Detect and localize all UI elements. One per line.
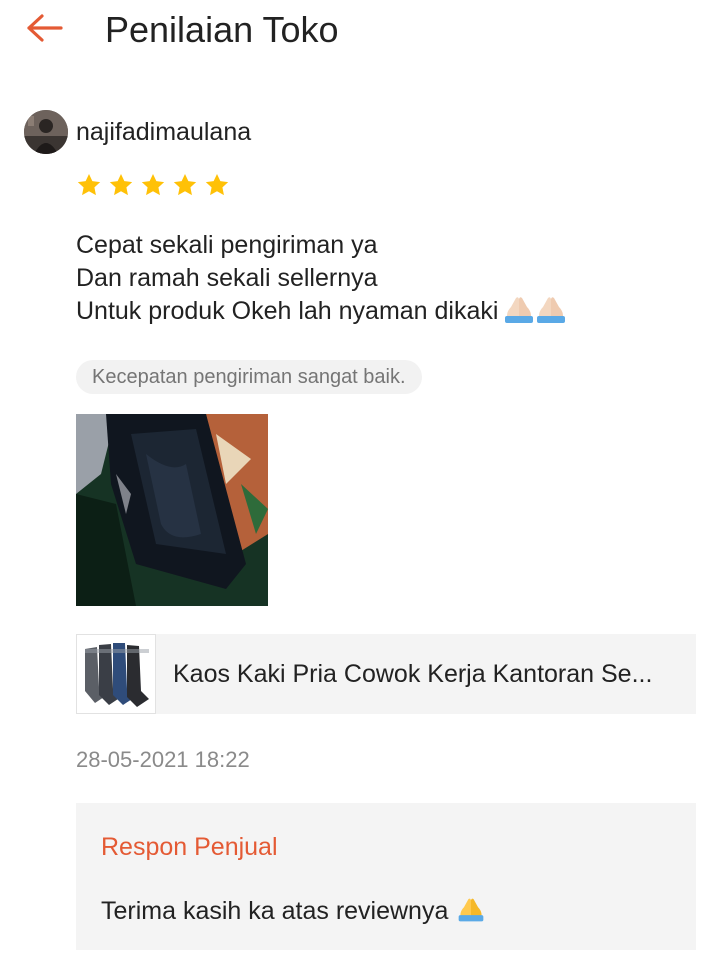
seller-response-text: Terima kasih ka atas reviewnya (101, 897, 449, 925)
app-header: Penilaian Toko (0, 0, 718, 62)
reviewer-username: najifadimaulana (76, 117, 252, 146)
review-photo[interactable] (76, 414, 268, 606)
review-line: Dan ramah sekali sellernya (76, 264, 378, 292)
review-tag: Kecepatan pengiriman sangat baik. (76, 360, 422, 394)
rating-stars (76, 172, 230, 198)
star-icon (141, 173, 165, 196)
product-card[interactable]: Kaos Kaki Pria Cowok Kerja Kantoran Se..… (76, 634, 696, 714)
page-title: Penilaian Toko (105, 9, 339, 50)
reviewer-info: najifadimaulana (24, 109, 251, 155)
avatar[interactable] (24, 110, 68, 154)
seller-response-title: Respon Penjual (101, 833, 278, 861)
praying-hands-icon (502, 295, 566, 332)
back-button[interactable] (22, 8, 66, 48)
star-icon (205, 173, 229, 196)
review-line: Untuk produk Okeh lah nyaman dikaki (76, 297, 499, 325)
review-line-with-emoji: Untuk produk Okeh lah nyaman dikaki (76, 295, 566, 332)
product-thumbnail (76, 634, 156, 714)
star-icon (109, 173, 133, 196)
product-name: Kaos Kaki Pria Cowok Kerja Kantoran Se..… (173, 659, 653, 688)
star-icon (173, 173, 197, 196)
arrow-left-icon (27, 14, 63, 42)
star-icon (77, 173, 101, 196)
review-timestamp: 28-05-2021 18:22 (76, 747, 250, 772)
seller-response-text-row: Terima kasih ka atas reviewnya (101, 895, 486, 930)
praying-hands-icon (456, 895, 486, 930)
review-line: Cepat sekali pengiriman ya (76, 231, 378, 259)
seller-response: Respon Penjual Terima kasih ka atas revi… (76, 803, 696, 950)
review-text: Cepat sekali pengiriman ya Dan ramah sek… (76, 229, 566, 332)
